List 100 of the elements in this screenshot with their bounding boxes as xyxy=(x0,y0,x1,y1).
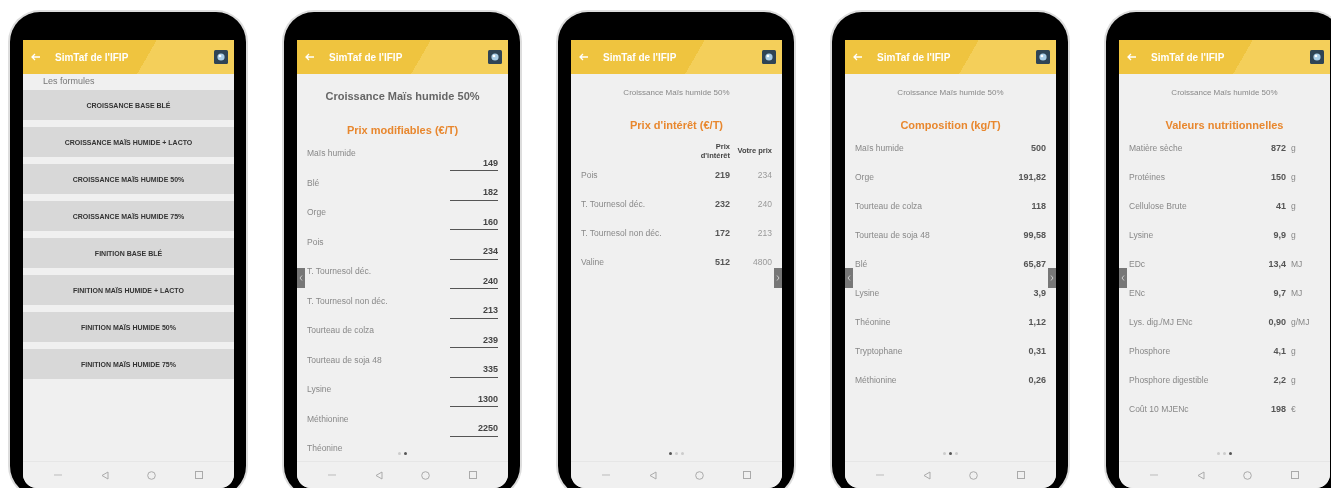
field-label: Théonine xyxy=(307,443,343,455)
back-arrow-icon[interactable] xyxy=(853,53,863,61)
recents-square-icon[interactable] xyxy=(468,471,477,479)
page-dot[interactable] xyxy=(404,452,407,455)
row-value: 2,2 xyxy=(1273,375,1286,385)
row-label: Orge xyxy=(855,172,875,182)
next-page-button[interactable] xyxy=(774,267,782,288)
home-circle-icon[interactable] xyxy=(1243,470,1253,480)
back-triangle-icon[interactable] xyxy=(374,470,383,480)
row-value: 3,9 xyxy=(1033,288,1046,298)
page-dot[interactable] xyxy=(943,452,946,455)
back-arrow-icon[interactable] xyxy=(1127,53,1137,61)
page-dot[interactable] xyxy=(1229,452,1232,455)
back-triangle-icon[interactable] xyxy=(648,470,657,480)
previous-page-button[interactable] xyxy=(845,267,853,288)
app-logo-icon[interactable] xyxy=(214,50,228,64)
formula-title: Croissance Maïs humide 50% xyxy=(896,88,1005,97)
recents-square-icon[interactable] xyxy=(1016,471,1025,479)
row-label: Maïs humide xyxy=(855,143,905,153)
app-logo-icon[interactable] xyxy=(1310,50,1324,64)
row-value: 872 xyxy=(1270,143,1286,153)
row-value: 13,4 xyxy=(1268,259,1286,269)
field-label: Lysine xyxy=(307,384,332,396)
page-dot[interactable] xyxy=(398,452,401,455)
section-heading: Composition (kg/T) xyxy=(899,119,1002,131)
back-arrow-icon[interactable] xyxy=(31,53,41,61)
price-input[interactable]: 160 xyxy=(450,214,498,230)
app-logo-icon[interactable] xyxy=(762,50,776,64)
table-cell-text: Pois xyxy=(581,168,599,182)
page-dot[interactable] xyxy=(955,452,958,455)
previous-page-button[interactable] xyxy=(297,267,305,288)
row-unit: g xyxy=(1290,172,1297,182)
price-input[interactable]: 335 xyxy=(450,361,498,378)
row-unit: MJ xyxy=(1290,259,1304,269)
recents-square-icon[interactable] xyxy=(1290,471,1299,479)
row-label: ENc xyxy=(1129,288,1147,298)
price-input[interactable]: 1300 xyxy=(450,391,498,407)
table-cell-text: 4800 xyxy=(752,255,772,269)
price-input[interactable]: 239 xyxy=(450,332,498,348)
table-cell-text: 240 xyxy=(756,197,772,211)
row-label: Tourteau de colza xyxy=(855,201,924,211)
table-cell-text: 219 xyxy=(713,168,730,182)
page-dot[interactable] xyxy=(669,452,672,455)
row-unit: g xyxy=(1290,201,1297,211)
row-unit: g xyxy=(1290,375,1297,385)
page-dot[interactable] xyxy=(675,452,678,455)
page-dot[interactable] xyxy=(1217,452,1220,455)
back-triangle-icon[interactable] xyxy=(1196,470,1205,480)
row-value: 500 xyxy=(1030,143,1046,153)
home-circle-icon[interactable] xyxy=(695,470,705,480)
home-circle-icon[interactable] xyxy=(969,470,979,480)
table-cell-text: 234 xyxy=(756,168,772,182)
field-label: T. Tournesol non déc. xyxy=(307,295,388,308)
chevron-right-icon xyxy=(1050,274,1054,281)
next-page-button[interactable] xyxy=(1048,267,1056,288)
recents-square-icon[interactable] xyxy=(742,471,751,479)
back-triangle-icon[interactable] xyxy=(922,470,931,480)
home-circle-icon[interactable] xyxy=(147,470,157,480)
row-value: 9,9 xyxy=(1273,230,1286,240)
row-label: Cellulose Brute xyxy=(1129,201,1188,211)
price-input[interactable]: 213 xyxy=(450,302,498,319)
row-unit: g/MJ xyxy=(1290,317,1311,327)
previous-page-button[interactable] xyxy=(1119,267,1127,288)
row-label: Méthionine xyxy=(855,375,898,385)
row-value: 1,12 xyxy=(1028,317,1046,327)
price-input[interactable]: 2250 xyxy=(450,420,498,437)
app-title: SimTaf de l'IFIP xyxy=(55,51,130,63)
field-label: Pois xyxy=(307,236,324,249)
section-heading: Valeurs nutritionnelles xyxy=(1164,119,1285,131)
app-title: SimTaf de l'IFIP xyxy=(1151,51,1226,63)
field-label: Blé xyxy=(307,177,320,190)
app-logo-icon[interactable] xyxy=(1036,50,1050,64)
price-input[interactable]: 240 xyxy=(450,273,498,289)
row-label: Matière sèche xyxy=(1129,143,1184,153)
row-label: Lysine xyxy=(1129,230,1155,240)
back-arrow-icon[interactable] xyxy=(579,53,589,61)
row-value: 0,26 xyxy=(1028,375,1046,385)
price-input[interactable]: 234 xyxy=(450,243,498,260)
price-input[interactable]: 149 xyxy=(450,155,498,171)
page-dot[interactable] xyxy=(949,452,952,455)
row-value: 191,82 xyxy=(1018,172,1046,182)
row-label: Phosphore xyxy=(1129,346,1172,356)
price-input[interactable]: 182 xyxy=(450,184,498,201)
row-value: 41 xyxy=(1276,201,1286,211)
row-value: 99,58 xyxy=(1023,230,1046,240)
recents-square-icon[interactable] xyxy=(194,471,203,479)
page-dot[interactable] xyxy=(1223,452,1226,455)
row-value: 9,7 xyxy=(1273,288,1286,298)
field-label: Tourteau de colza xyxy=(307,325,375,337)
row-value: 4,1 xyxy=(1273,346,1286,356)
back-arrow-icon[interactable] xyxy=(305,53,315,61)
row-label: Protéines xyxy=(1129,172,1166,182)
back-triangle-icon[interactable] xyxy=(100,470,109,480)
page-dot[interactable] xyxy=(681,452,684,455)
table-cell-text: 512 xyxy=(713,255,730,269)
app-logo-icon[interactable] xyxy=(488,50,502,64)
row-unit: g xyxy=(1290,346,1297,356)
formula-title: Croissance Maïs humide 50% xyxy=(1170,88,1279,97)
row-value: 0,90 xyxy=(1268,317,1286,327)
home-circle-icon[interactable] xyxy=(421,470,431,480)
